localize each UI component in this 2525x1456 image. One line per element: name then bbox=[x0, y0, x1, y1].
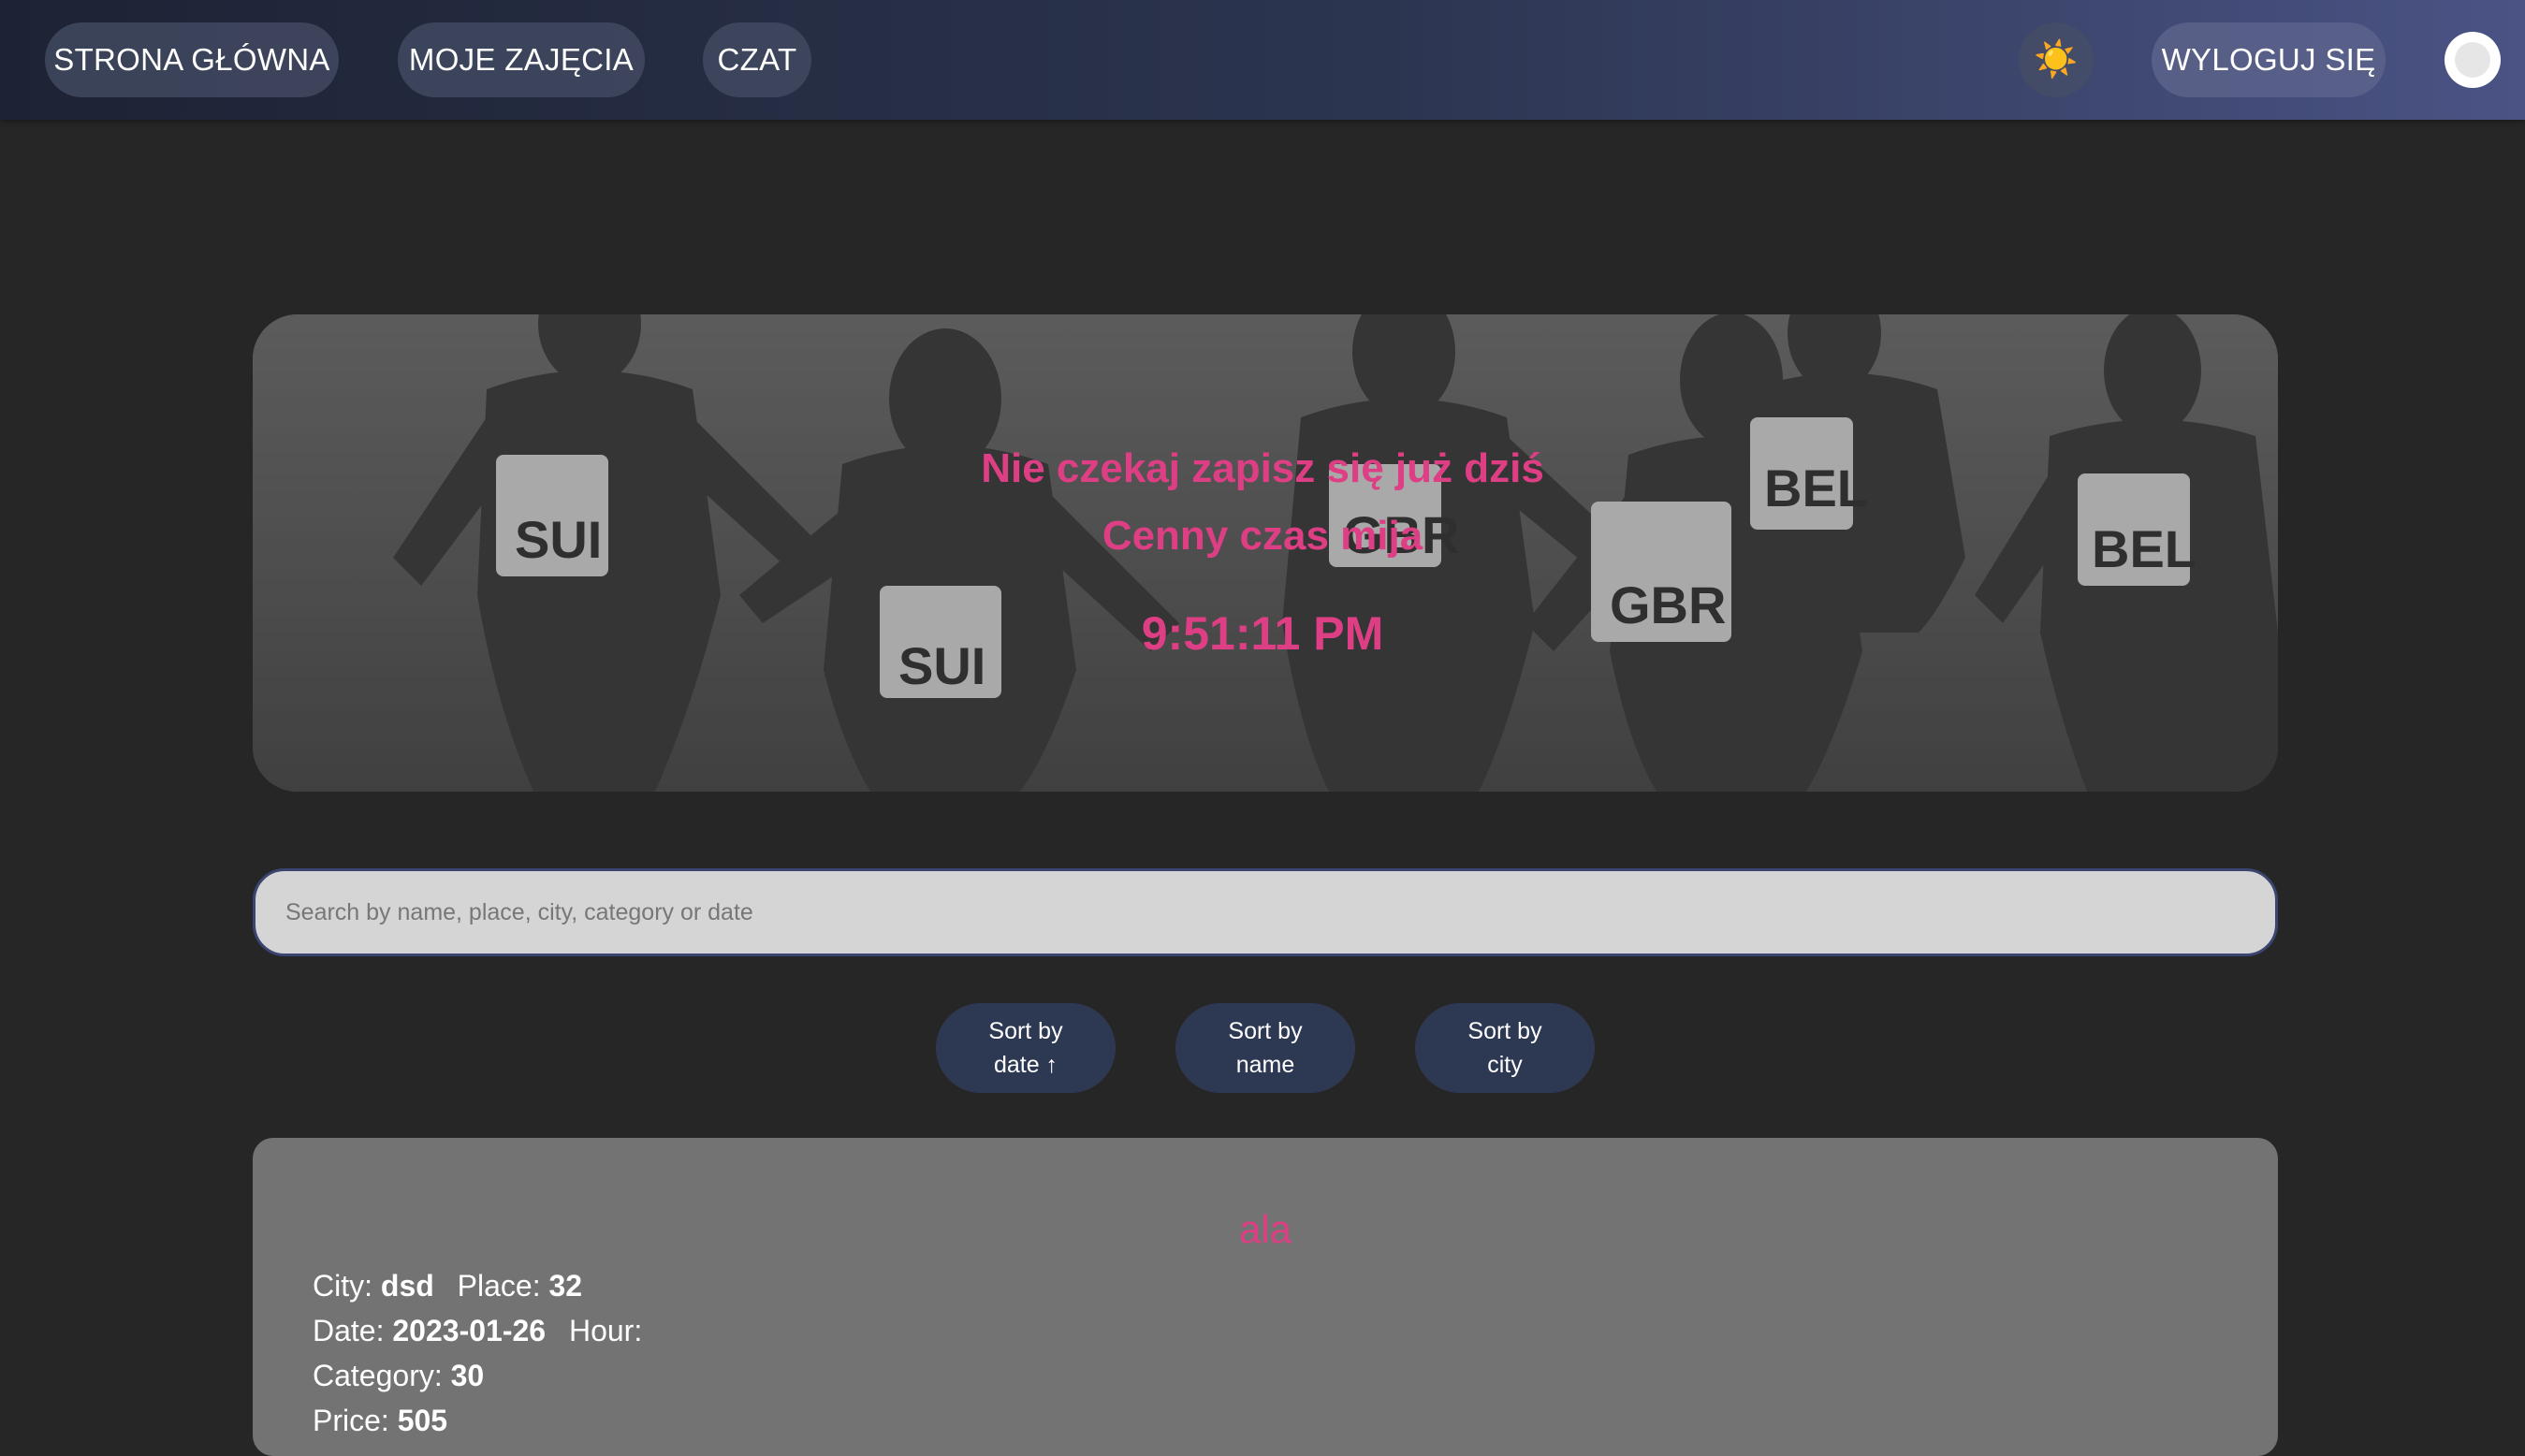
sort-by-date-label-line1: Sort by bbox=[988, 1018, 1063, 1044]
event-date-value: 2023-01-26 bbox=[392, 1314, 547, 1347]
sort-by-name-label-line1: Sort by bbox=[1228, 1018, 1303, 1044]
theme-toggle-sun-icon[interactable]: ☀️ bbox=[2019, 22, 2094, 97]
event-city-label: City: bbox=[313, 1269, 372, 1303]
navbar: STRONA GŁÓWNA MOJE ZAJĘCIA CZAT ☀️ WYLOG… bbox=[0, 0, 2525, 120]
sort-by-city-label-line1: Sort by bbox=[1467, 1018, 1542, 1044]
hero-subheadline: Cenny czas mija bbox=[1102, 513, 1423, 559]
event-place-label: Place: bbox=[457, 1269, 541, 1303]
sort-by-name-label-line2: name bbox=[1235, 1052, 1295, 1078]
event-category-value: 30 bbox=[450, 1359, 485, 1392]
event-category-label: Category: bbox=[313, 1359, 443, 1392]
event-title: ala bbox=[1238, 1207, 1292, 1251]
event-city-place-row: City: dsd Place: 32 bbox=[313, 1269, 582, 1303]
logout-button[interactable]: WYLOGUJ SIĘ bbox=[2152, 22, 2386, 97]
event-price-row: Price: 505 bbox=[313, 1404, 447, 1438]
event-card[interactable]: ala City: dsd Place: 32 Date: 2023-01-26… bbox=[253, 1138, 2278, 1456]
avatar[interactable] bbox=[2445, 32, 2501, 88]
sort-by-date-button[interactable]: Sort by date ↑ bbox=[936, 1003, 1116, 1093]
search-input[interactable] bbox=[253, 868, 2278, 956]
sort-by-city-button[interactable]: Sort by city bbox=[1415, 1003, 1595, 1093]
hero-headline: Nie czekaj zapisz się już dziś bbox=[981, 445, 1544, 491]
sort-by-name-button[interactable]: Sort by name bbox=[1175, 1003, 1355, 1093]
nav-my-classes-button[interactable]: MOJE ZAJĘCIA bbox=[398, 22, 645, 97]
hero-clock: 9:51:11 PM bbox=[1141, 607, 1384, 660]
event-date-hour-row: Date: 2023-01-26 Hour: bbox=[313, 1314, 642, 1348]
event-hour-label: Hour: bbox=[568, 1314, 643, 1347]
sort-by-city-label-line2: city bbox=[1487, 1052, 1523, 1078]
event-price-value: 505 bbox=[397, 1404, 448, 1437]
event-category-row: Category: 30 bbox=[313, 1359, 484, 1393]
event-city-value: dsd bbox=[380, 1269, 434, 1303]
nav-chat-button[interactable]: CZAT bbox=[703, 22, 811, 97]
nav-home-button[interactable]: STRONA GŁÓWNA bbox=[45, 22, 339, 97]
event-place-value: 32 bbox=[548, 1269, 583, 1303]
sort-by-date-label-line2: date ↑ bbox=[993, 1052, 1058, 1078]
event-price-label: Price: bbox=[313, 1404, 389, 1437]
event-date-label: Date: bbox=[313, 1314, 385, 1347]
